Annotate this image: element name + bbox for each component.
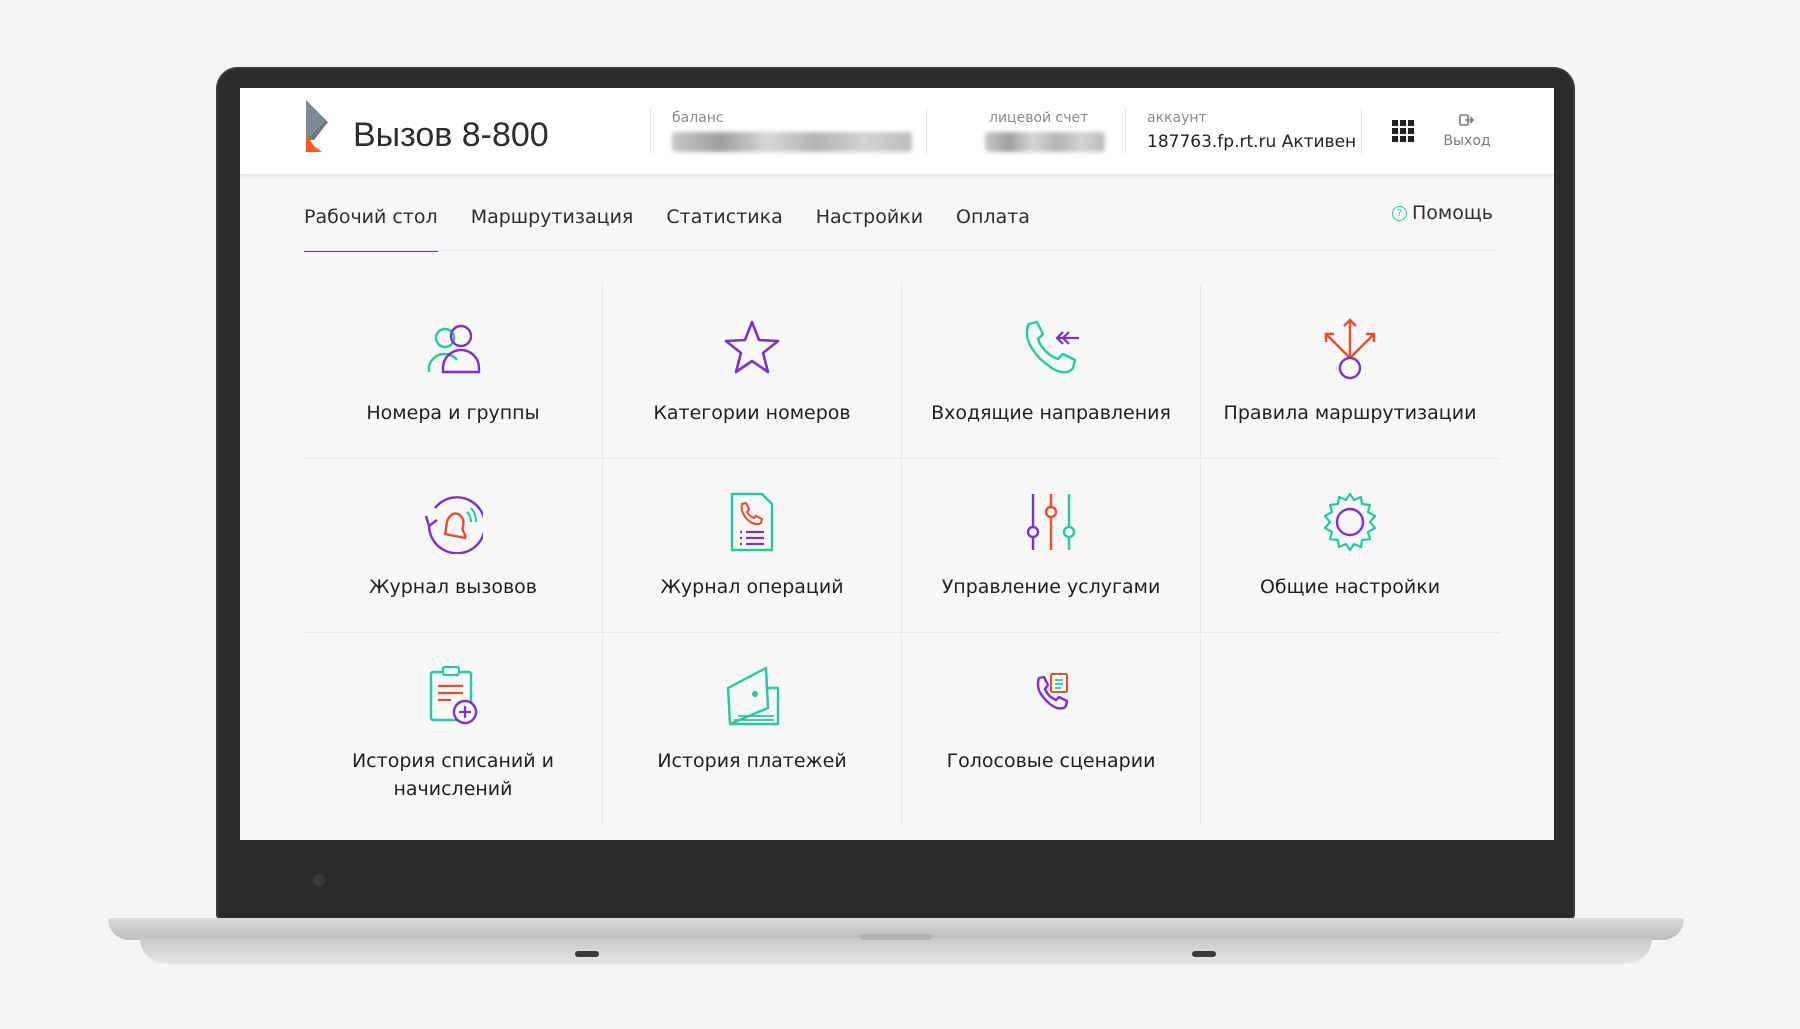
operations-log-icon xyxy=(730,492,774,552)
grid-icon[interactable] xyxy=(1392,120,1414,142)
star-icon xyxy=(724,320,780,374)
tab-payment[interactable]: Оплата xyxy=(956,206,1030,248)
tile-general-settings[interactable]: Общие настройки xyxy=(1201,458,1499,632)
account-value: 187763.fp.rt.ru Активен xyxy=(1147,132,1357,152)
tile-numbers-groups[interactable]: Номера и группы xyxy=(304,284,602,458)
routing-icon xyxy=(1324,318,1376,380)
app-header: Вызов 8-800 баланс лицевой счет аккаунт … xyxy=(240,88,1554,174)
tile-label: Голосовые сценарии xyxy=(946,750,1156,772)
tile-label: Номера и группы xyxy=(366,402,540,424)
laptop-notch xyxy=(860,934,932,940)
laptop-foot xyxy=(575,951,599,957)
tile-label: Правила маршрутизации xyxy=(1223,402,1477,424)
tile-label: Журнал операций xyxy=(660,576,844,598)
tile-operations-log[interactable]: Журнал операций xyxy=(603,458,901,632)
tile-call-log[interactable]: Журнал вызовов xyxy=(304,458,602,632)
help-icon: ? xyxy=(1392,205,1407,221)
divider xyxy=(1125,108,1126,154)
tab-settings[interactable]: Настройки xyxy=(816,206,923,248)
help-label: Помощь xyxy=(1412,202,1493,224)
tile-label: История платежей xyxy=(657,750,847,772)
logout-label: Выход xyxy=(1443,133,1491,149)
tile-label: Журнал вызовов xyxy=(369,576,537,598)
tile-routing-rules[interactable]: Правила маршрутизации xyxy=(1201,284,1499,458)
gear-icon xyxy=(1323,492,1377,552)
balance-value-blurred xyxy=(672,132,912,152)
tile-label: История списаний и начислений xyxy=(351,750,555,800)
charges-history-icon xyxy=(429,665,478,725)
wallet-icon xyxy=(726,666,780,726)
laptop-base-edge xyxy=(140,938,1652,964)
app-screen: Вызов 8-800 баланс лицевой счет аккаунт … xyxy=(240,88,1554,840)
tab-desktop[interactable]: Рабочий стол xyxy=(304,206,438,252)
tile-label: Общие настройки xyxy=(1259,576,1441,598)
sliders-icon xyxy=(1026,494,1076,550)
tab-routing[interactable]: Маршрутизация xyxy=(471,206,634,248)
tile-label: Категории номеров xyxy=(653,402,851,424)
divider xyxy=(1361,108,1362,154)
logout-button[interactable]: Выход xyxy=(1437,112,1497,149)
tile-label: Входящие направления xyxy=(931,402,1171,424)
laptop-foot xyxy=(1192,951,1216,957)
help-link[interactable]: ? Помощь xyxy=(1392,202,1493,224)
rostelecom-logo-icon xyxy=(306,100,328,152)
balance-label: баланс xyxy=(672,110,724,126)
tile-charges-history[interactable]: История списаний и начислений xyxy=(304,632,602,806)
account-label: аккаунт xyxy=(1147,110,1207,126)
divider xyxy=(926,108,927,154)
tile-payment-history[interactable]: История платежей xyxy=(603,632,901,806)
tile-service-management[interactable]: Управление услугами xyxy=(902,458,1200,632)
tile-incoming-directions[interactable]: Входящие направления xyxy=(902,284,1200,458)
tile-voice-scenarios[interactable]: Голосовые сценарии xyxy=(902,632,1200,806)
tile-label: Управление услугами xyxy=(941,576,1161,598)
account-number-blurred xyxy=(985,132,1105,152)
tile-number-categories[interactable]: Категории номеров xyxy=(603,284,901,458)
account-number-label: лицевой счет xyxy=(989,110,1089,126)
main-nav: Рабочий стол Маршрутизация Статистика На… xyxy=(304,206,1063,252)
nav-divider xyxy=(304,250,1498,251)
voice-scenario-icon xyxy=(1036,673,1069,710)
call-log-icon xyxy=(424,496,483,554)
app-title: Вызов 8-800 xyxy=(353,116,549,154)
divider xyxy=(650,108,651,154)
incoming-call-icon xyxy=(1025,320,1079,374)
tab-statistics[interactable]: Статистика xyxy=(666,206,782,248)
logout-icon xyxy=(1459,114,1475,126)
users-icon xyxy=(427,324,481,374)
webcam xyxy=(313,874,325,886)
